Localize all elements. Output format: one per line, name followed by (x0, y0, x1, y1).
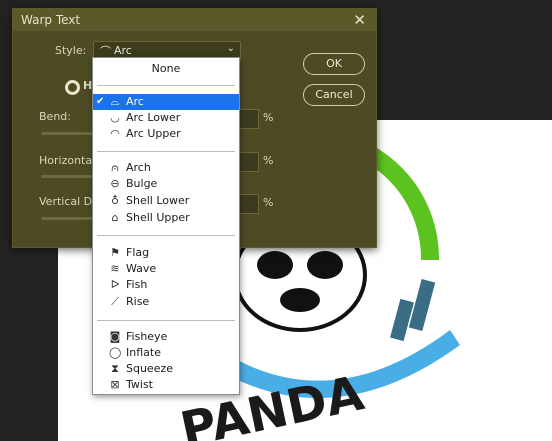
menu-item-label: Arc Upper (126, 127, 181, 140)
arc-icon: ⌓ (110, 95, 120, 108)
menu-item-squeeze[interactable]: ⧗ Squeeze (93, 361, 239, 377)
menu-item-arc-lower[interactable]: ◡ Arc Lower (93, 110, 239, 126)
horizontal-radio-label: H (83, 79, 93, 92)
chevron-down-icon: ⌄ (226, 43, 235, 54)
menu-item-label: None (151, 62, 181, 75)
horizontal-percent: % (263, 154, 274, 167)
menu-item-label: Shell Lower (126, 194, 190, 207)
menu-item-shell-lower[interactable]: ♁ Shell Lower (93, 193, 239, 209)
menu-item-rise[interactable]: ⟋ Rise (93, 294, 239, 310)
menu-item-twist[interactable]: ⊠ Twist (93, 377, 239, 393)
menu-item-wave[interactable]: ≋ Wave (93, 261, 239, 277)
menu-item-label: Fisheye (126, 330, 168, 343)
twist-icon: ⊠ (110, 378, 120, 391)
horizontal-radio[interactable] (65, 80, 80, 95)
menu-item-label: Arc Lower (126, 111, 181, 124)
menu-item-fish[interactable]: ᐅ Fish (93, 277, 239, 293)
menu-separator (97, 235, 235, 236)
menu-item-arc-upper[interactable]: ◠ Arc Upper (93, 126, 239, 142)
dialog-titlebar[interactable]: Warp Text ✕ (13, 9, 376, 31)
bend-percent: % (263, 111, 274, 124)
menu-item-label: Fish (126, 278, 148, 291)
checkmark-icon: ✔ (96, 96, 105, 107)
horizontal-distortion-label: Horizonta (39, 154, 93, 167)
arch-icon: ⩀ (111, 161, 119, 174)
shell-lower-icon: ♁ (110, 194, 120, 207)
vertical-distortion-label: Vertical D (39, 195, 93, 208)
menu-item-label: Shell Upper (126, 211, 190, 224)
bend-input[interactable] (237, 109, 259, 129)
menu-item-label: Squeeze (126, 362, 174, 375)
menu-item-inflate[interactable]: ◯ Inflate (93, 345, 239, 361)
dialog-title: Warp Text (21, 13, 81, 27)
menu-item-label: Wave (126, 262, 157, 275)
style-label: Style: (55, 44, 87, 57)
squeeze-icon: ⧗ (111, 362, 119, 375)
close-icon[interactable]: ✕ (353, 11, 366, 29)
menu-item-none[interactable]: None (93, 61, 239, 77)
flag-icon: ⚑ (110, 246, 120, 259)
menu-item-label: Flag (126, 246, 150, 259)
bend-label: Bend: (39, 110, 71, 123)
ok-button[interactable]: OK (303, 53, 365, 75)
menu-item-label: Bulge (126, 177, 158, 190)
shell-upper-icon: ⌂ (111, 211, 119, 224)
inflate-icon: ◯ (109, 346, 122, 359)
menu-item-label: Inflate (126, 346, 161, 359)
rise-icon: ⟋ (111, 295, 119, 308)
vertical-percent: % (263, 196, 274, 209)
menu-item-shell-upper[interactable]: ⌂ Shell Upper (93, 210, 239, 226)
menu-item-flag[interactable]: ⚑ Flag (93, 245, 239, 261)
menu-item-fisheye[interactable]: ◙ Fisheye (93, 329, 239, 345)
bulge-icon: ⊖ (110, 177, 120, 190)
menu-item-bulge[interactable]: ⊖ Bulge (93, 176, 239, 192)
cancel-button[interactable]: Cancel (303, 84, 365, 106)
horizontal-distortion-input[interactable] (237, 152, 259, 172)
menu-item-arch[interactable]: ⩀ Arch (93, 160, 239, 176)
menu-separator (97, 151, 235, 152)
style-dropdown-menu: None ✔ ⌓ Arc ◡ Arc Lower ◠ Arc Upper ⩀ A… (92, 57, 240, 395)
style-select-value: Arc (114, 44, 132, 57)
menu-separator (97, 85, 235, 86)
menu-item-label: Arch (126, 161, 151, 174)
menu-item-label: Twist (126, 378, 153, 391)
menu-item-label: Arc (126, 95, 144, 108)
menu-item-label: Rise (126, 295, 150, 308)
fish-icon: ᐅ (110, 278, 120, 291)
menu-separator (97, 320, 235, 321)
vertical-distortion-input[interactable] (237, 194, 259, 214)
menu-item-arc[interactable]: ✔ ⌓ Arc (93, 94, 239, 110)
arc-upper-icon: ◠ (110, 127, 120, 140)
fisheye-icon: ◙ (109, 330, 121, 343)
arc-lower-icon: ◡ (110, 111, 120, 124)
wave-icon: ≋ (110, 262, 120, 275)
